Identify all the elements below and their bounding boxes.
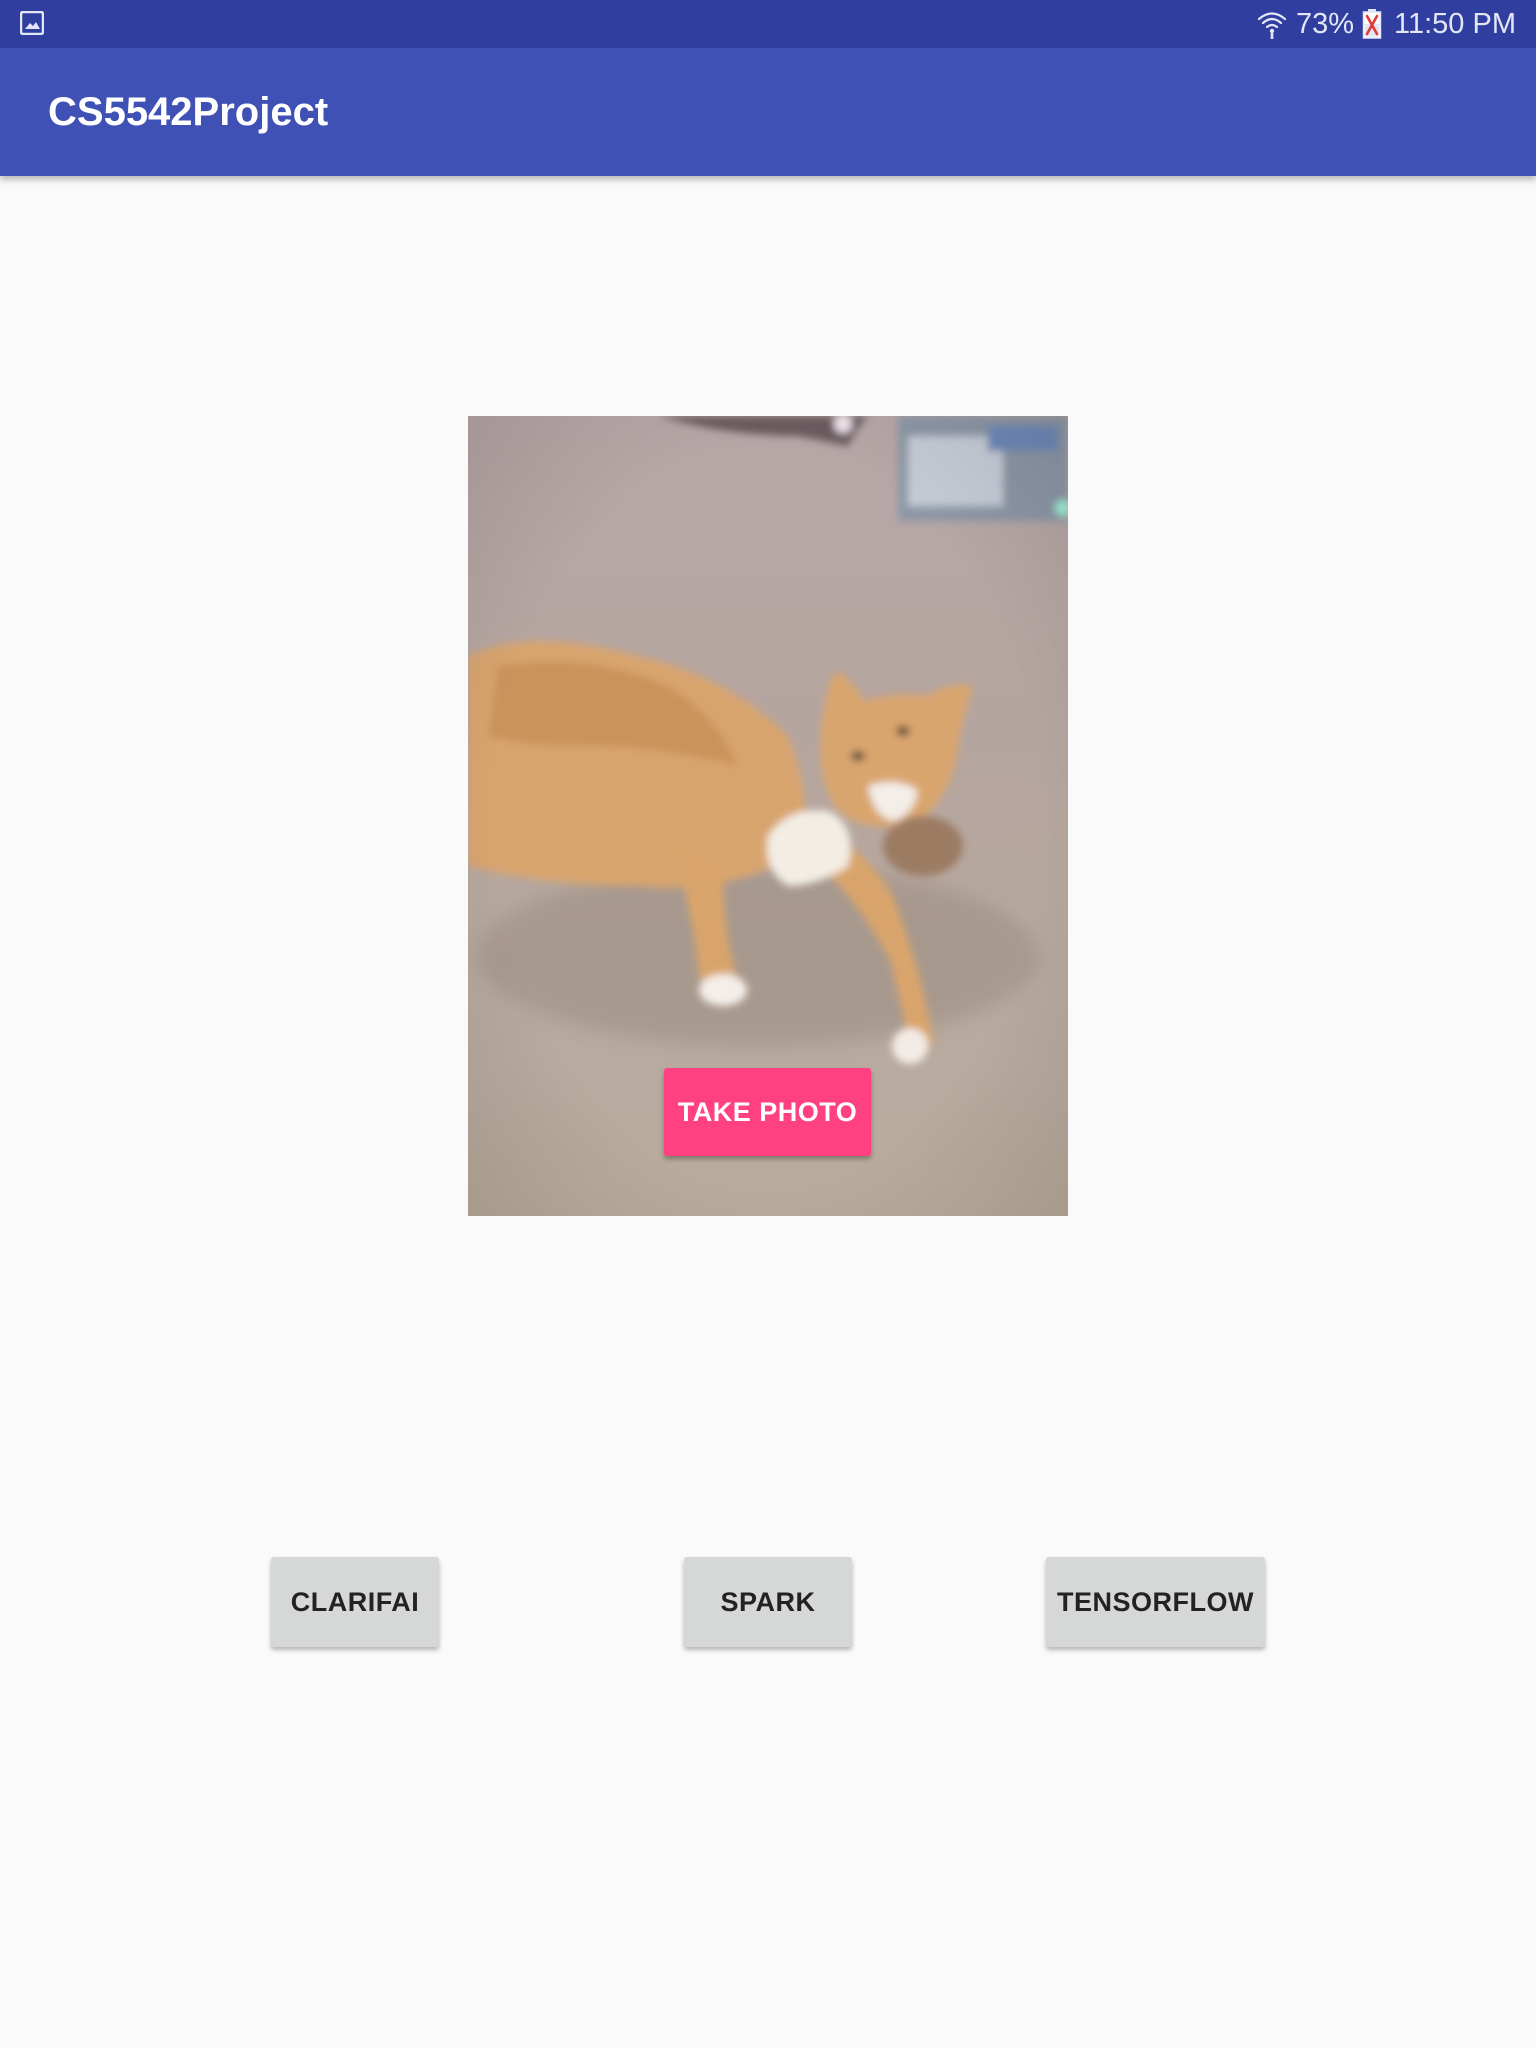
take-photo-button[interactable]: TAKE PHOTO [664, 1068, 871, 1156]
battery-icon [1362, 9, 1382, 39]
app-title: CS5542Project [48, 90, 329, 134]
status-time: 11:50 PM [1394, 7, 1516, 40]
status-bar: 73% 11:50 PM [0, 0, 1536, 48]
tensorflow-button[interactable]: TENSORFLOW [1046, 1557, 1265, 1647]
status-indicators: 73% 11:50 PM [1256, 0, 1516, 48]
battery-percent: 73% [1295, 7, 1355, 40]
clarifai-button[interactable]: CLARIFAI [271, 1557, 439, 1647]
gallery-notification-icon [20, 11, 44, 35]
spark-button[interactable]: SPARK [684, 1557, 852, 1647]
wifi-icon [1257, 12, 1287, 39]
app-bar: CS5542Project [0, 48, 1536, 176]
